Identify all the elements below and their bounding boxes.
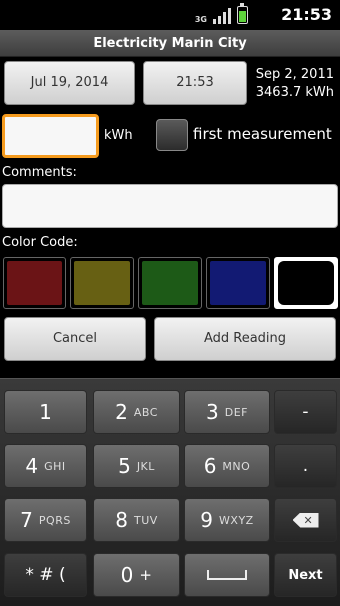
kwh-input[interactable] [2, 114, 99, 158]
backspace-icon: ✕ [292, 512, 319, 528]
key-next[interactable]: Next [274, 553, 337, 597]
signal-strength-icon [213, 8, 231, 24]
key-digit: 1 [39, 400, 52, 424]
key-letters: DEF [224, 405, 248, 419]
last-reading-date: Sep 2, 2011 [255, 67, 334, 82]
key-letters: TUV [133, 513, 158, 527]
comments-input[interactable] [2, 184, 338, 228]
color-code-label: Color Code: [2, 235, 78, 250]
network-type-icon: 3G [195, 16, 207, 24]
key-8[interactable]: 8 TUV [93, 498, 180, 542]
date-button[interactable]: Jul 19, 2014 [4, 61, 135, 105]
key-letters: WXYZ [219, 513, 254, 527]
key-symbol: - [302, 402, 309, 422]
key-letters: MNO [222, 459, 251, 473]
key-digit: 2 [115, 400, 128, 424]
first-measurement-checkbox[interactable] [156, 119, 188, 151]
key-letters: JKL [136, 459, 155, 473]
first-measurement-label[interactable]: first measurement [193, 125, 332, 143]
key-letters: ABC [133, 405, 158, 419]
key-digit: 8 [115, 508, 128, 532]
kwh-unit-label: kWh [104, 128, 133, 143]
key-backspace[interactable]: ✕ [274, 498, 337, 542]
key-4[interactable]: 4 GHI [4, 444, 87, 488]
key-digit: 4 [25, 454, 39, 478]
key-digit: 3 [206, 400, 219, 424]
color-swatch-blue[interactable] [206, 257, 270, 309]
last-reading: Sep 2, 2011 3463.7 kWh [256, 66, 334, 102]
key-7[interactable]: 7 PQRS [4, 498, 87, 542]
key-symbols[interactable]: * # ( [4, 553, 87, 597]
key-symbol: * # ( [25, 565, 66, 585]
key-2[interactable]: 2 ABC [93, 390, 180, 434]
key-9[interactable]: 9 WXYZ [184, 498, 270, 542]
key-letters: + [139, 566, 153, 584]
color-swatch-black[interactable] [274, 257, 338, 309]
key-6[interactable]: 6 MNO [184, 444, 270, 488]
last-reading-value: 3463.7 kWh [255, 85, 334, 100]
key-letters: GHI [44, 459, 66, 473]
page-title: Electricity Marin City [93, 36, 247, 51]
key-0[interactable]: 0 + [93, 553, 180, 597]
key-digit: 5 [118, 454, 131, 478]
key-digit: 9 [200, 508, 214, 532]
space-icon [207, 570, 247, 580]
key-minus[interactable]: - [274, 390, 337, 434]
battery-icon [237, 3, 248, 24]
key-3[interactable]: 3 DEF [184, 390, 270, 434]
title-bar: Electricity Marin City [0, 30, 340, 57]
key-digit: 0 [120, 563, 134, 587]
color-swatch-green[interactable] [138, 257, 202, 309]
status-bar: 3G 21:53 [0, 0, 340, 30]
comments-label: Comments: [2, 165, 77, 180]
key-next-label: Next [288, 567, 323, 583]
key-digit: 7 [20, 508, 33, 532]
key-period[interactable]: . [274, 444, 337, 488]
status-time: 21:53 [281, 5, 332, 24]
cancel-button[interactable]: Cancel [4, 317, 146, 361]
color-swatch-red[interactable] [3, 257, 66, 309]
network-type-label: 3G [194, 15, 207, 24]
key-space[interactable] [184, 553, 270, 597]
key-symbol: . [302, 456, 309, 476]
key-letters: PQRS [38, 513, 71, 527]
key-digit: 6 [203, 454, 217, 478]
key-5[interactable]: 5 JKL [93, 444, 180, 488]
color-swatch-olive[interactable] [70, 257, 134, 309]
time-button[interactable]: 21:53 [143, 61, 247, 105]
key-1[interactable]: 1 [4, 390, 87, 434]
status-icons: 3G [195, 3, 248, 24]
add-reading-button[interactable]: Add Reading [154, 317, 336, 361]
